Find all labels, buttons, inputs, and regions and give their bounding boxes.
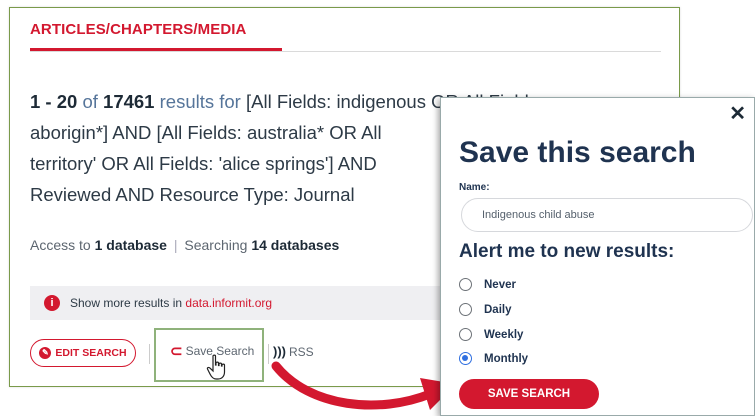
- more-results-text: Show more results in data.informit.org: [70, 296, 272, 310]
- radio-daily[interactable]: [459, 303, 472, 316]
- save-search-submit-button[interactable]: SAVE SEARCH: [459, 379, 599, 409]
- results-total: 17461: [103, 91, 155, 112]
- option-label: Never: [484, 278, 516, 291]
- option-label: Monthly: [484, 352, 529, 365]
- pencil-icon: ✎: [39, 347, 52, 359]
- searching-count[interactable]: 14 databases: [251, 237, 339, 253]
- alert-option-monthly[interactable]: Monthly: [459, 352, 528, 365]
- alert-heading: Alert me to new results:: [459, 241, 675, 262]
- section-divider: [30, 51, 661, 52]
- search-name-input[interactable]: [461, 198, 753, 232]
- access-prefix: Access to: [30, 237, 91, 253]
- results-range: 1 - 20: [30, 91, 78, 112]
- radio-never[interactable]: [459, 278, 472, 291]
- searching-label: Searching: [184, 237, 248, 253]
- dialog-title: Save this search: [459, 136, 696, 169]
- action-divider: [149, 344, 150, 364]
- alert-option-weekly[interactable]: Weekly: [459, 328, 523, 341]
- option-label: Weekly: [484, 328, 524, 341]
- results-summary: 1 - 20 of 17461 results for [All Fields:…: [30, 86, 543, 210]
- curved-arrow-icon: [271, 361, 456, 410]
- more-results-label: Show more results in: [70, 296, 183, 310]
- edit-search-label: EDIT SEARCH: [55, 347, 127, 359]
- save-search-dialog: ✕ Save this search Name: Alert me to new…: [440, 97, 755, 416]
- rss-label: RSS: [289, 344, 314, 359]
- option-label: Daily: [484, 303, 512, 316]
- database-access-line: Access to 1 database | Searching 14 data…: [30, 237, 339, 253]
- hand-cursor-icon: [206, 354, 226, 380]
- save-search-highlight: ⊂ Save Search: [154, 328, 264, 382]
- edit-search-button[interactable]: ✎ EDIT SEARCH: [30, 339, 136, 367]
- rss-button[interactable]: ))) RSS: [273, 344, 314, 359]
- query-line: aborigin*] AND [All Fields: australia* O…: [30, 122, 382, 143]
- screenshot-stage: ARTICLES/CHAPTERS/MEDIA 1 - 20 of 17461 …: [0, 0, 755, 416]
- access-count[interactable]: 1 database: [95, 237, 167, 253]
- data-informit-link[interactable]: data.informit.org: [185, 296, 272, 310]
- access-separator: |: [173, 237, 178, 253]
- alert-option-never[interactable]: Never: [459, 278, 516, 291]
- results-summary-line: 1 - 20 of 17461 results for [All Fields:…: [30, 86, 543, 117]
- bookmark-plus-icon: ⊂: [170, 343, 183, 360]
- info-icon: i: [44, 295, 60, 311]
- rss-icon: ))): [273, 344, 286, 359]
- action-divider: [268, 344, 269, 364]
- section-title: ARTICLES/CHAPTERS/MEDIA: [30, 21, 247, 38]
- query-line: territory' OR All Fields: 'alice springs…: [30, 153, 377, 174]
- query-line: Reviewed AND Resource Type: Journal: [30, 184, 355, 205]
- radio-monthly[interactable]: [459, 352, 472, 365]
- close-icon[interactable]: ✕: [729, 104, 746, 124]
- alert-option-daily[interactable]: Daily: [459, 303, 512, 316]
- radio-weekly[interactable]: [459, 328, 472, 341]
- results-for-label: results for: [159, 91, 241, 112]
- results-of-label: of: [82, 91, 98, 112]
- name-label: Name:: [459, 182, 490, 193]
